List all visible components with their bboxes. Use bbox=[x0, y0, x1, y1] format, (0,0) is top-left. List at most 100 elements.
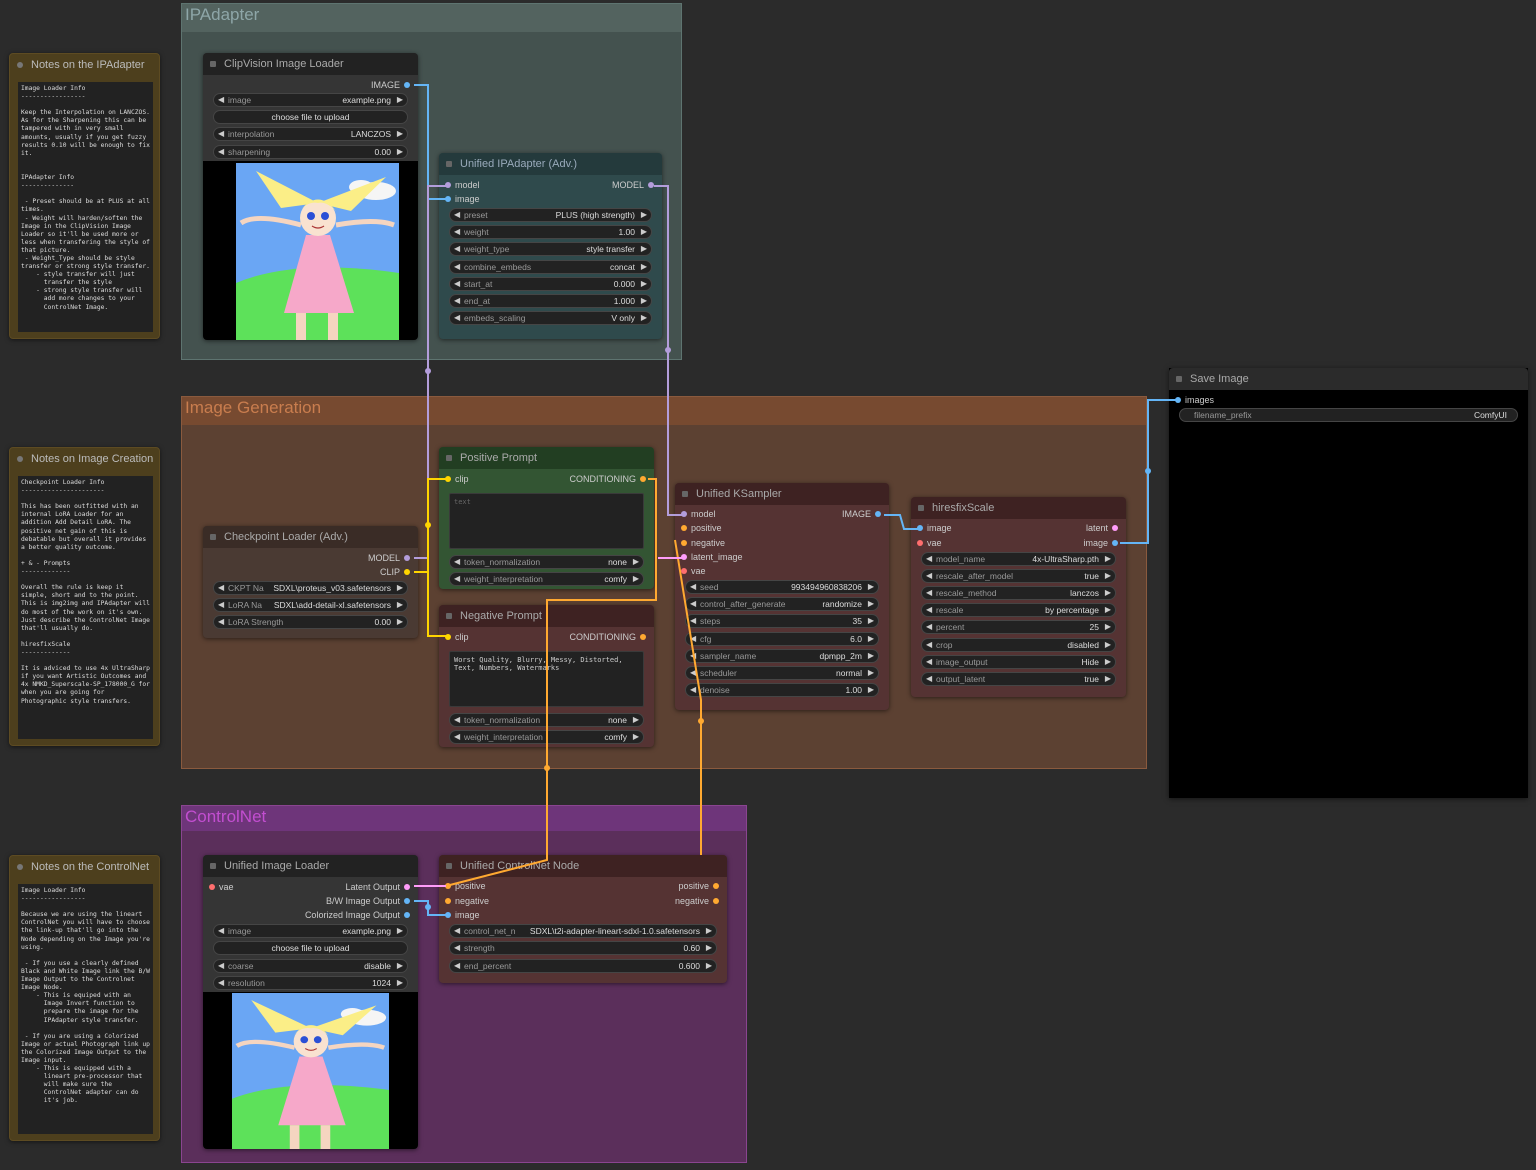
widget-weight[interactable]: ◀ weight 1.00 ▶ bbox=[449, 225, 652, 240]
widget-steps[interactable]: ◀ steps 35 ▶ bbox=[685, 614, 879, 629]
left-arrow-icon[interactable]: ◀ bbox=[454, 573, 460, 585]
left-arrow-icon[interactable]: ◀ bbox=[218, 582, 224, 594]
right-arrow-icon[interactable]: ▶ bbox=[397, 599, 403, 611]
node-positive-prompt[interactable]: Positive Prompt clip CONDITIONING text ◀… bbox=[439, 447, 654, 589]
widget-lora-strength[interactable]: ◀ LoRA Strength 0.00 ▶ bbox=[213, 615, 408, 629]
left-arrow-icon[interactable]: ◀ bbox=[926, 570, 932, 582]
right-arrow-icon[interactable]: ▶ bbox=[706, 925, 712, 937]
left-arrow-icon[interactable]: ◀ bbox=[454, 731, 460, 743]
right-arrow-icon[interactable]: ▶ bbox=[633, 731, 639, 743]
square-icon[interactable] bbox=[446, 863, 452, 869]
left-arrow-icon[interactable]: ◀ bbox=[218, 146, 224, 158]
square-icon[interactable] bbox=[210, 61, 216, 67]
note-image-creation[interactable]: Notes on Image Creation Checkpoint Loade… bbox=[9, 447, 160, 746]
widget-end-at[interactable]: ◀ end_at 1.000 ▶ bbox=[449, 294, 652, 308]
input-model[interactable]: model bbox=[445, 179, 480, 192]
group-title[interactable]: Image Generation bbox=[185, 398, 321, 418]
left-arrow-icon[interactable]: ◀ bbox=[454, 556, 460, 568]
input-positive[interactable]: positive bbox=[681, 522, 722, 535]
square-icon[interactable] bbox=[210, 863, 216, 869]
right-arrow-icon[interactable]: ▶ bbox=[868, 684, 874, 696]
left-arrow-icon[interactable]: ◀ bbox=[218, 94, 224, 106]
widget-ckpt-name[interactable]: ◀ CKPT Na SDXL\proteus_v03.safetensors ▶ bbox=[213, 581, 408, 595]
node-hiresfixscale[interactable]: hiresfixScale image latent vae image ◀ mo… bbox=[911, 497, 1126, 697]
right-arrow-icon[interactable]: ▶ bbox=[641, 226, 647, 238]
right-arrow-icon[interactable]: ▶ bbox=[641, 295, 647, 307]
right-arrow-icon[interactable]: ▶ bbox=[706, 960, 712, 972]
widget-token-normalization[interactable]: ◀ token_normalization none ▶ bbox=[449, 713, 644, 727]
left-arrow-icon[interactable]: ◀ bbox=[218, 616, 224, 628]
input-clip[interactable]: clip bbox=[445, 473, 469, 486]
widget-lora-name[interactable]: ◀ LoRA Na SDXL\add-detail-xl.safetensors ▶ bbox=[213, 598, 408, 612]
left-arrow-icon[interactable]: ◀ bbox=[690, 650, 696, 662]
widget-sampler-name[interactable]: ◀ sampler_name dpmpp_2m ▶ bbox=[685, 648, 879, 663]
right-arrow-icon[interactable]: ▶ bbox=[397, 925, 403, 937]
widget-model-name[interactable]: ◀ model_name 4x-UltraSharp.pth ▶ bbox=[921, 552, 1116, 566]
note-controlnet[interactable]: Notes on the ControlNet Image Loader Inf… bbox=[9, 855, 160, 1141]
circle-icon[interactable] bbox=[17, 62, 23, 68]
right-arrow-icon[interactable]: ▶ bbox=[1105, 570, 1111, 582]
output-image[interactable]: IMAGE bbox=[842, 508, 881, 521]
right-arrow-icon[interactable]: ▶ bbox=[1105, 553, 1111, 565]
right-arrow-icon[interactable]: ▶ bbox=[868, 581, 874, 593]
widget-cfg[interactable]: ◀ cfg 6.0 ▶ bbox=[685, 631, 879, 646]
left-arrow-icon[interactable]: ◀ bbox=[926, 621, 932, 633]
left-arrow-icon[interactable]: ◀ bbox=[454, 925, 460, 937]
output-positive[interactable]: positive bbox=[678, 880, 719, 893]
widget-control-net-name[interactable]: ◀ control_net_n SDXL\t2i-adapter-lineart-s… bbox=[449, 924, 717, 938]
widget-crop[interactable]: ◀ crop disabled ▶ bbox=[921, 637, 1116, 652]
left-arrow-icon[interactable]: ◀ bbox=[926, 639, 932, 651]
left-arrow-icon[interactable]: ◀ bbox=[690, 684, 696, 696]
right-arrow-icon[interactable]: ▶ bbox=[868, 633, 874, 645]
upload-button[interactable]: choose file to upload bbox=[213, 941, 408, 955]
widget-percent[interactable]: ◀ percent 25 ▶ bbox=[921, 620, 1116, 635]
left-arrow-icon[interactable]: ◀ bbox=[926, 604, 932, 616]
circle-icon[interactable] bbox=[17, 456, 23, 462]
left-arrow-icon[interactable]: ◀ bbox=[926, 553, 932, 565]
right-arrow-icon[interactable]: ▶ bbox=[397, 977, 403, 989]
widget-rescale[interactable]: ◀ rescale by percentage ▶ bbox=[921, 603, 1116, 618]
input-latent-image[interactable]: latent_image bbox=[681, 551, 743, 564]
left-arrow-icon[interactable]: ◀ bbox=[218, 977, 224, 989]
widget-combine-embeds[interactable]: ◀ combine_embeds concat ▶ bbox=[449, 259, 652, 274]
widget-end-percent[interactable]: ◀ end_percent 0.600 ▶ bbox=[449, 959, 717, 973]
node-unified-ipadapter[interactable]: Unified IPAdapter (Adv.) model MODEL ima… bbox=[439, 153, 662, 339]
right-arrow-icon[interactable]: ▶ bbox=[706, 942, 712, 954]
widget-seed[interactable]: ◀ seed 993494960838206 ▶ bbox=[685, 580, 879, 594]
left-arrow-icon[interactable]: ◀ bbox=[454, 942, 460, 954]
widget-weight-type[interactable]: ◀ weight_type style transfer ▶ bbox=[449, 242, 652, 257]
left-arrow-icon[interactable]: ◀ bbox=[454, 960, 460, 972]
input-model[interactable]: model bbox=[681, 508, 716, 521]
output-conditioning[interactable]: CONDITIONING bbox=[570, 473, 646, 486]
left-arrow-icon[interactable]: ◀ bbox=[218, 925, 224, 937]
widget-image[interactable]: ◀ image example.png ▶ bbox=[213, 93, 408, 107]
right-arrow-icon[interactable]: ▶ bbox=[868, 650, 874, 662]
left-arrow-icon[interactable]: ◀ bbox=[454, 312, 460, 324]
left-arrow-icon[interactable]: ◀ bbox=[454, 209, 460, 221]
input-clip[interactable]: clip bbox=[445, 631, 469, 644]
left-arrow-icon[interactable]: ◀ bbox=[454, 261, 460, 273]
left-arrow-icon[interactable]: ◀ bbox=[690, 581, 696, 593]
widget-weight-interpretation[interactable]: ◀ weight_interpretation comfy ▶ bbox=[449, 572, 644, 586]
output-latent[interactable]: latent bbox=[1086, 522, 1118, 535]
widget-resolution[interactable]: ◀ resolution 1024 ▶ bbox=[213, 976, 408, 990]
input-vae[interactable]: vae bbox=[917, 537, 942, 550]
right-arrow-icon[interactable]: ▶ bbox=[397, 616, 403, 628]
input-positive[interactable]: positive bbox=[445, 880, 486, 893]
right-arrow-icon[interactable]: ▶ bbox=[868, 615, 874, 627]
note-text[interactable]: Image Loader Info ----------------- Beca… bbox=[18, 884, 153, 1134]
left-arrow-icon[interactable]: ◀ bbox=[926, 656, 932, 668]
right-arrow-icon[interactable]: ▶ bbox=[633, 714, 639, 726]
widget-control-after-generate[interactable]: ◀ control_after_generate randomize ▶ bbox=[685, 597, 879, 612]
widget-rescale-after-model[interactable]: ◀ rescale_after_model true ▶ bbox=[921, 569, 1116, 584]
note-ipadapter[interactable]: Notes on the IPAdapter Image Loader Info… bbox=[9, 53, 160, 339]
square-icon[interactable] bbox=[446, 161, 452, 167]
output-model[interactable]: MODEL bbox=[368, 552, 410, 565]
right-arrow-icon[interactable]: ▶ bbox=[641, 278, 647, 290]
widget-output-latent[interactable]: ◀ output_latent true ▶ bbox=[921, 671, 1116, 686]
left-arrow-icon[interactable]: ◀ bbox=[454, 714, 460, 726]
prompt-textarea[interactable]: Worst Quality, Blurry, Messy, Distorted,… bbox=[449, 651, 644, 707]
right-arrow-icon[interactable]: ▶ bbox=[1105, 656, 1111, 668]
right-arrow-icon[interactable]: ▶ bbox=[397, 960, 403, 972]
left-arrow-icon[interactable]: ◀ bbox=[926, 673, 932, 685]
